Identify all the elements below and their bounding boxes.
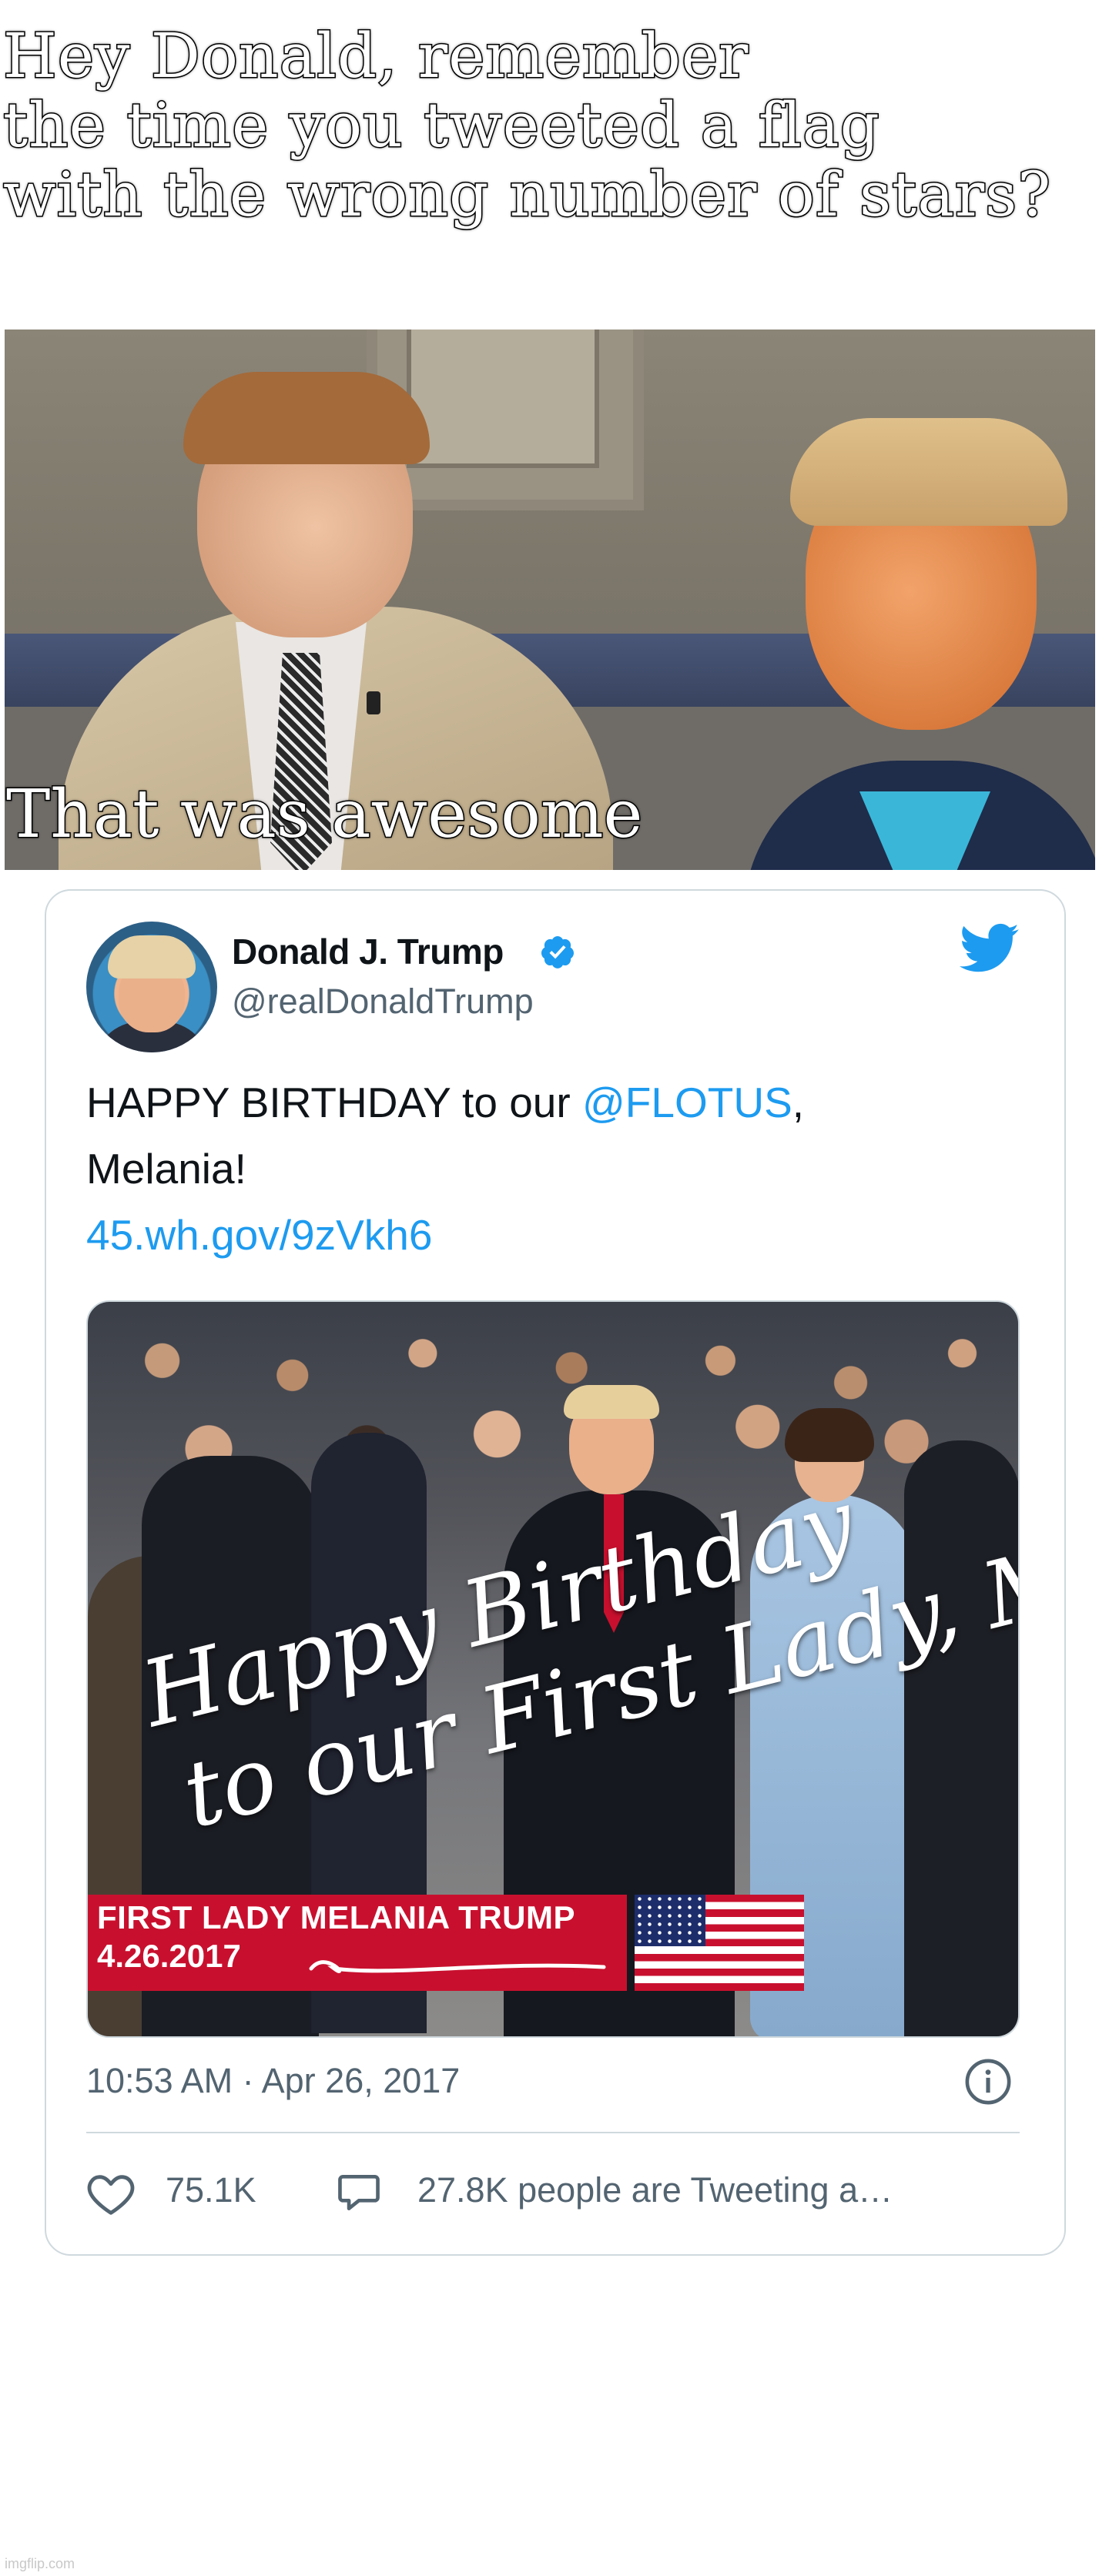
like-count[interactable]: 75.1K	[166, 2170, 256, 2210]
lapel-mic	[367, 691, 380, 714]
meme-photo-caption: That was awesome	[5, 775, 643, 855]
twitter-bird-icon[interactable]	[960, 923, 1020, 974]
info-icon[interactable]	[964, 2058, 1012, 2106]
watermark: imgflip.com	[5, 2556, 75, 2571]
tweet-text: HAPPY BIRTHDAY to our @FLOTUS, Melania! 45…	[86, 1069, 1018, 1268]
tweet-image[interactable]: Happy Birthday to our First Lady, Melani…	[86, 1300, 1020, 2038]
tweeting-about-link[interactable]: 27.8K people are Tweeting a…	[417, 2170, 893, 2210]
avatar[interactable]	[86, 922, 217, 1052]
banner-title: FIRST LADY MELANIA TRUMP	[97, 1899, 575, 1935]
divider	[86, 2132, 1020, 2133]
tweet-text-punctuation: ,	[792, 1079, 805, 1126]
tweet-text-intro: HAPPY BIRTHDAY to our	[86, 1079, 582, 1126]
tweet-url-link[interactable]: 45.wh.gov/9zVkh6	[86, 1202, 1018, 1268]
swash-decoration-icon	[309, 1960, 606, 1973]
banner-date: 4.26.2017	[97, 1938, 241, 1974]
comment-bubble-icon[interactable]	[335, 2169, 383, 2216]
meme-photo: That was awesome	[5, 330, 1095, 870]
verified-badge-icon	[541, 936, 574, 969]
author-handle[interactable]: @realDonaldTrump	[232, 982, 534, 1022]
tweet-card[interactable]: Donald J. Trump @realDonaldTrump HAPPY B…	[45, 889, 1066, 2256]
tweet-text-line2: Melania!	[86, 1145, 246, 1193]
mention-link[interactable]: @FLOTUS	[582, 1079, 792, 1126]
meme-top-caption: Hey Donald, remember the time you tweete…	[2, 20, 1052, 230]
author-display-name[interactable]: Donald J. Trump	[232, 931, 504, 972]
heart-icon[interactable]	[86, 2170, 136, 2216]
tweet-timestamp[interactable]: 10:53 AM · Apr 26, 2017	[86, 2061, 460, 2101]
american-flag-icon	[635, 1895, 804, 1991]
